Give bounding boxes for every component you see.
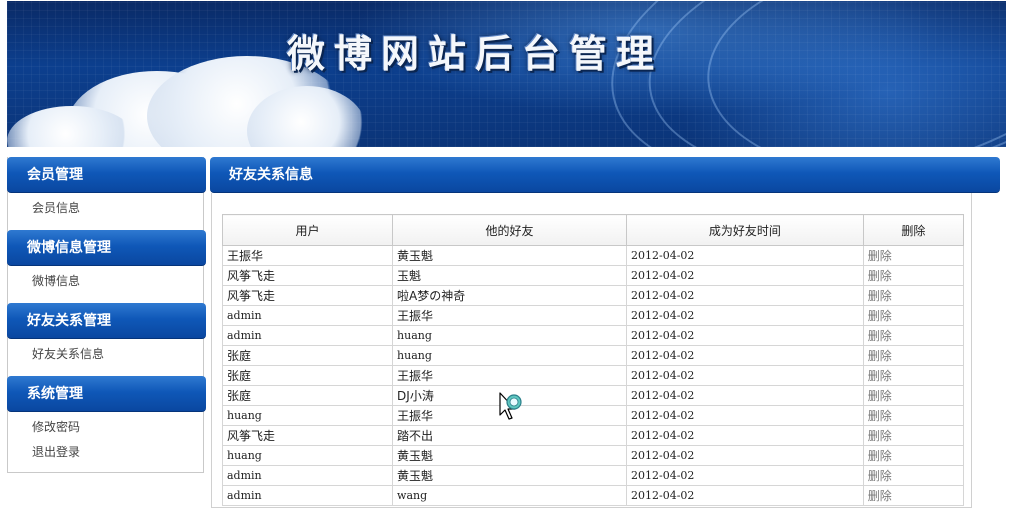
banner-swirl	[700, 1, 1006, 147]
column-header-time: 成为好友时间	[626, 214, 864, 246]
sidebar-section-weibo[interactable]: 微博信息管理	[7, 230, 206, 266]
table-row: 风筝飞走 啦A梦の神奇 2012-04-02 删除	[221, 285, 965, 306]
busy-arrow-cursor-icon	[499, 392, 522, 420]
sidebar-link-change-password[interactable]: 修改密码	[32, 418, 80, 435]
table-row: admin 王振华 2012-04-02 删除	[221, 305, 965, 326]
panel-title: 好友关系信息	[210, 157, 1000, 193]
delete-link[interactable]: 删除	[862, 445, 965, 466]
delete-link[interactable]: 删除	[862, 325, 965, 346]
cell-user: huang	[221, 445, 394, 466]
cell-friend: huang	[392, 345, 627, 366]
column-header-delete: 删除	[862, 214, 965, 246]
site-title: 微博网站后台管理	[287, 31, 664, 76]
cell-friend: 黄玉魁	[392, 245, 627, 266]
cell-user: admin	[221, 485, 394, 506]
cell-time: 2012-04-02	[626, 465, 864, 486]
cell-friend: 黄玉魁	[392, 465, 627, 486]
delete-link[interactable]: 删除	[862, 465, 965, 486]
cell-user: 张庭	[221, 345, 394, 366]
cell-friend: 王振华	[392, 365, 627, 386]
cell-user: 风筝飞走	[221, 285, 394, 306]
sidebar-link-member-info[interactable]: 会员信息	[32, 199, 80, 216]
header-banner: 微博网站后台管理	[7, 1, 1006, 147]
delete-link[interactable]: 删除	[862, 265, 965, 286]
cell-user: 风筝飞走	[221, 265, 394, 286]
cell-time: 2012-04-02	[626, 385, 864, 406]
table-row: admin huang 2012-04-02 删除	[221, 325, 965, 346]
main-panel: 好友关系信息 用户 他的好友 成为好友时间 删除 王振华 黄玉魁 2012-04-0…	[210, 157, 1000, 508]
cell-user: 王振华	[221, 245, 394, 266]
sidebar-section-member[interactable]: 会员管理	[7, 157, 206, 193]
cell-friend: huang	[392, 325, 627, 346]
column-header-user: 用户	[221, 214, 394, 246]
table-row: admin 黄玉魁 2012-04-02 删除	[221, 465, 965, 486]
cell-friend: 玉魁	[392, 265, 627, 286]
cell-user: 张庭	[221, 365, 394, 386]
table-row: huang 黄玉魁 2012-04-02 删除	[221, 445, 965, 466]
cell-friend: 黄玉魁	[392, 445, 627, 466]
table-row: 王振华 黄玉魁 2012-04-02 删除	[221, 245, 965, 266]
table-header-row: 用户 他的好友 成为好友时间 删除	[221, 214, 965, 246]
delete-link[interactable]: 删除	[862, 305, 965, 326]
cell-user: 张庭	[221, 385, 394, 406]
table-row: 风筝飞走 踏不出 2012-04-02 删除	[221, 425, 965, 446]
cell-time: 2012-04-02	[626, 405, 864, 426]
table-row: huang 王振华 2012-04-02 删除	[221, 405, 965, 426]
delete-link[interactable]: 删除	[862, 385, 965, 406]
column-header-friend: 他的好友	[392, 214, 627, 246]
panel-body: 用户 他的好友 成为好友时间 删除 王振华 黄玉魁 2012-04-02 删除 风筝飞走…	[211, 193, 972, 508]
cell-user: 风筝飞走	[221, 425, 394, 446]
table-row: admin wang 2012-04-02 删除	[221, 485, 965, 506]
sidebar-menu: 会员管理 会员信息 微博信息管理 微博信息 好友关系管理 好友关系信息 系统管理…	[7, 157, 206, 473]
cell-friend: 啦A梦の神奇	[392, 285, 627, 306]
cell-user: admin	[221, 305, 394, 326]
cell-user: admin	[221, 325, 394, 346]
delete-link[interactable]: 删除	[862, 405, 965, 426]
cell-time: 2012-04-02	[626, 305, 864, 326]
cell-user: huang	[221, 405, 394, 426]
cell-time: 2012-04-02	[626, 365, 864, 386]
cell-time: 2012-04-02	[626, 325, 864, 346]
cell-time: 2012-04-02	[626, 445, 864, 466]
cell-user: admin	[221, 465, 394, 486]
cell-friend: 踏不出	[392, 425, 627, 446]
table-row: 风筝飞走 玉魁 2012-04-02 删除	[221, 265, 965, 286]
cell-time: 2012-04-02	[626, 485, 864, 506]
sidebar-link-logout[interactable]: 退出登录	[32, 443, 80, 460]
delete-link[interactable]: 删除	[862, 425, 965, 446]
table-row: 张庭 王振华 2012-04-02 删除	[221, 365, 965, 386]
cell-friend: 王振华	[392, 305, 627, 326]
sidebar-link-weibo-info[interactable]: 微博信息	[32, 272, 80, 289]
delete-link[interactable]: 删除	[862, 485, 965, 506]
sidebar-section-friends[interactable]: 好友关系管理	[7, 303, 206, 339]
cell-friend: wang	[392, 485, 627, 506]
table-row: 张庭 DJ小涛 2012-04-02 删除	[221, 385, 965, 406]
cell-time: 2012-04-02	[626, 425, 864, 446]
cell-time: 2012-04-02	[626, 265, 864, 286]
cell-time: 2012-04-02	[626, 345, 864, 366]
table-row: 张庭 huang 2012-04-02 删除	[221, 345, 965, 366]
cell-time: 2012-04-02	[626, 245, 864, 266]
delete-link[interactable]: 删除	[862, 285, 965, 306]
cell-time: 2012-04-02	[626, 285, 864, 306]
admin-page: 微博网站后台管理 会员管理 会员信息 微博信息管理 微博信息 好友关系管理 好友…	[0, 0, 1013, 516]
delete-link[interactable]: 删除	[862, 345, 965, 366]
sidebar-section-system[interactable]: 系统管理	[7, 376, 206, 412]
delete-link[interactable]: 删除	[862, 365, 965, 386]
delete-link[interactable]: 删除	[862, 245, 965, 266]
friends-table: 用户 他的好友 成为好友时间 删除 王振华 黄玉魁 2012-04-02 删除 风筝飞走…	[221, 214, 965, 506]
sidebar-link-friends-info[interactable]: 好友关系信息	[32, 345, 104, 362]
